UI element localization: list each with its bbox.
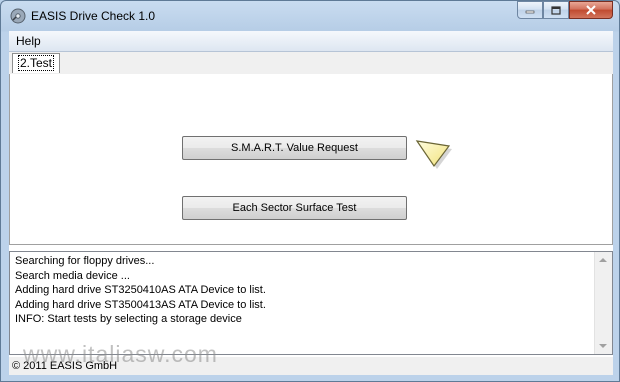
tab-test-label: 2.Test [18, 55, 55, 71]
log-scrollbar[interactable] [594, 252, 612, 354]
scroll-down-icon[interactable] [599, 344, 607, 348]
close-button[interactable] [569, 1, 613, 19]
close-icon [586, 5, 596, 15]
log-line: Adding hard drive ST3500413AS ATA Device… [15, 298, 266, 311]
menu-bar: Help [9, 31, 613, 52]
maximize-button[interactable] [543, 1, 569, 19]
minimize-button[interactable] [517, 1, 543, 19]
scroll-up-icon[interactable] [599, 258, 607, 262]
watermark-text: www.italiasw.com [23, 341, 218, 367]
title-bar[interactable]: EASIS Drive Check 1.0 [1, 1, 619, 31]
smart-value-request-button[interactable]: S.M.A.R.T. Value Request [182, 136, 407, 160]
minimize-icon [525, 10, 535, 14]
drive-check-icon [10, 8, 26, 24]
surface-test-button[interactable]: Each Sector Surface Test [182, 196, 407, 220]
log-line: Searching for floppy drives... [15, 255, 155, 267]
menu-help[interactable]: Help [16, 34, 41, 48]
window-title: EASIS Drive Check 1.0 [31, 9, 156, 23]
log-box[interactable]: Searching for floppy drives... Search me… [9, 251, 613, 355]
log-line: INFO: Start tests by selecting a storage… [15, 313, 242, 325]
log-line: Adding hard drive ST3250410AS ATA Device… [15, 284, 266, 296]
maximize-icon [551, 5, 561, 15]
tab-strip: 2.Test [9, 52, 613, 75]
arrow-pointer-icon [415, 140, 452, 169]
log-line: Search media device ... [15, 269, 130, 282]
test-panel: S.M.A.R.T. Value Request Each Sector Sur… [9, 74, 613, 245]
client-area: Help 2.Test S.M.A.R.T. Value Request Eac… [9, 31, 613, 375]
app-window: EASIS Drive Check 1.0 Help 2.Test S.M.A.… [0, 0, 620, 382]
tab-test[interactable]: 2.Test [12, 53, 61, 73]
